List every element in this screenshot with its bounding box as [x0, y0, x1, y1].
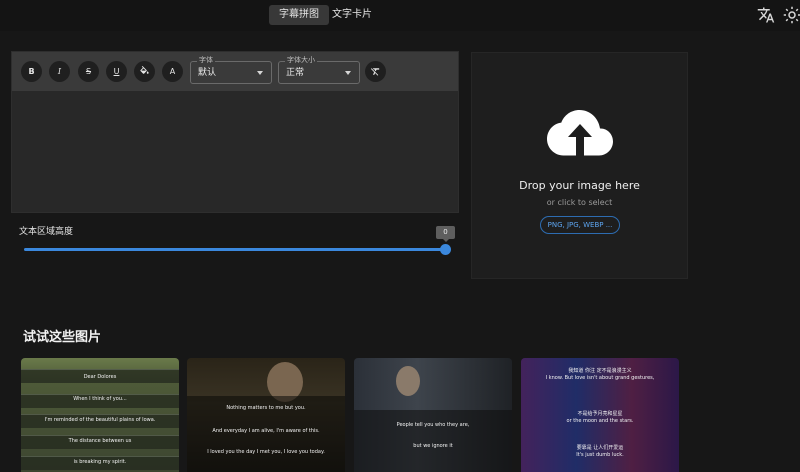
sample-caption: When I think of you...	[73, 396, 127, 402]
image-drop-zone[interactable]: Drop your image here or click to select …	[471, 52, 688, 279]
font-size-select-value: 正常	[286, 68, 305, 78]
strikethrough-button[interactable]: S	[78, 61, 99, 82]
slider-value-tooltip: 0	[436, 226, 455, 242]
clear-format-button[interactable]	[365, 61, 386, 82]
sample-figure	[396, 366, 420, 396]
sample-caption: or the moon and the stars.	[566, 418, 634, 424]
drop-subtitle: or click to select	[546, 198, 613, 207]
sample-caption: 不是给予月亮和星星	[577, 411, 623, 417]
paint-bucket-icon	[140, 66, 149, 74]
font-select-label: 字体	[197, 56, 215, 65]
font-select[interactable]: 字体 默认	[190, 56, 272, 84]
sample-caption: 要靠是 让人们开爱运	[576, 445, 624, 451]
sample-caption: I know. But love isn't about grand gestu…	[545, 375, 655, 381]
sample-image-2[interactable]: Nothing matters to me but you. And every…	[187, 358, 345, 472]
tab-subtitle-collage[interactable]: 字幕拼图	[269, 5, 329, 25]
translate-icon[interactable]	[757, 6, 775, 24]
fill-color-button[interactable]	[134, 61, 155, 82]
editor-toolbar: B I S U A 字体 默认 字体大小 正常	[12, 52, 458, 91]
height-slider-track[interactable]	[24, 248, 446, 251]
sample-caption: It's just dumb luck.	[576, 452, 624, 458]
sample-caption: 我知道 你注 定不是浪漫主义	[568, 368, 632, 374]
sample-caption: I'm reminded of the beautiful plains of …	[44, 417, 156, 423]
font-size-select-label: 字体大小	[285, 56, 317, 65]
top-nav: 字幕拼图 文字卡片	[0, 0, 800, 31]
sample-image-1[interactable]: Dear Dolores When I think of you... I'm …	[21, 358, 179, 472]
sample-image-4[interactable]: 我知道 你注 定不是浪漫主义 I know. But love isn't ab…	[521, 358, 679, 472]
font-size-select[interactable]: 字体大小 正常	[278, 56, 360, 84]
sample-caption: but we ignore it	[413, 443, 453, 449]
tab-text-card[interactable]: 文字卡片	[322, 5, 382, 25]
text-color-button[interactable]: A	[162, 61, 183, 82]
underline-button[interactable]: U	[106, 61, 127, 82]
height-slider-thumb[interactable]	[440, 244, 451, 255]
sample-caption: I loved you the day I met you, I love yo…	[207, 449, 325, 455]
supported-formats-badge: PNG, JPG, WEBP ...	[540, 216, 620, 234]
chevron-down-icon	[345, 71, 351, 75]
sample-caption: And everyday I am alive, I'm aware of th…	[212, 428, 320, 434]
sample-caption: Nothing matters to me but you.	[226, 405, 306, 411]
clear-format-icon	[370, 68, 380, 76]
samples-heading: 试试这些图片	[23, 330, 102, 345]
text-area-height-label: 文本区域高度	[19, 227, 74, 237]
chevron-down-icon	[257, 71, 263, 75]
sample-image-3[interactable]: People tell you who they are, but we ign…	[354, 358, 512, 472]
sample-caption: The distance between us	[68, 438, 132, 444]
sample-caption: People tell you who they are,	[396, 422, 470, 428]
caption-overlay	[354, 410, 512, 472]
bold-button[interactable]: B	[21, 61, 42, 82]
sample-caption: is breaking my spirit.	[73, 459, 127, 465]
theme-icon[interactable]	[783, 6, 800, 24]
italic-button[interactable]: I	[49, 61, 70, 82]
cloud-upload-icon	[547, 110, 613, 157]
text-editor[interactable]: B I S U A 字体 默认 字体大小 正常	[11, 51, 459, 213]
drop-title: Drop your image here	[519, 179, 640, 192]
sample-caption: Dear Dolores	[83, 374, 117, 380]
font-select-value: 默认	[198, 68, 217, 78]
